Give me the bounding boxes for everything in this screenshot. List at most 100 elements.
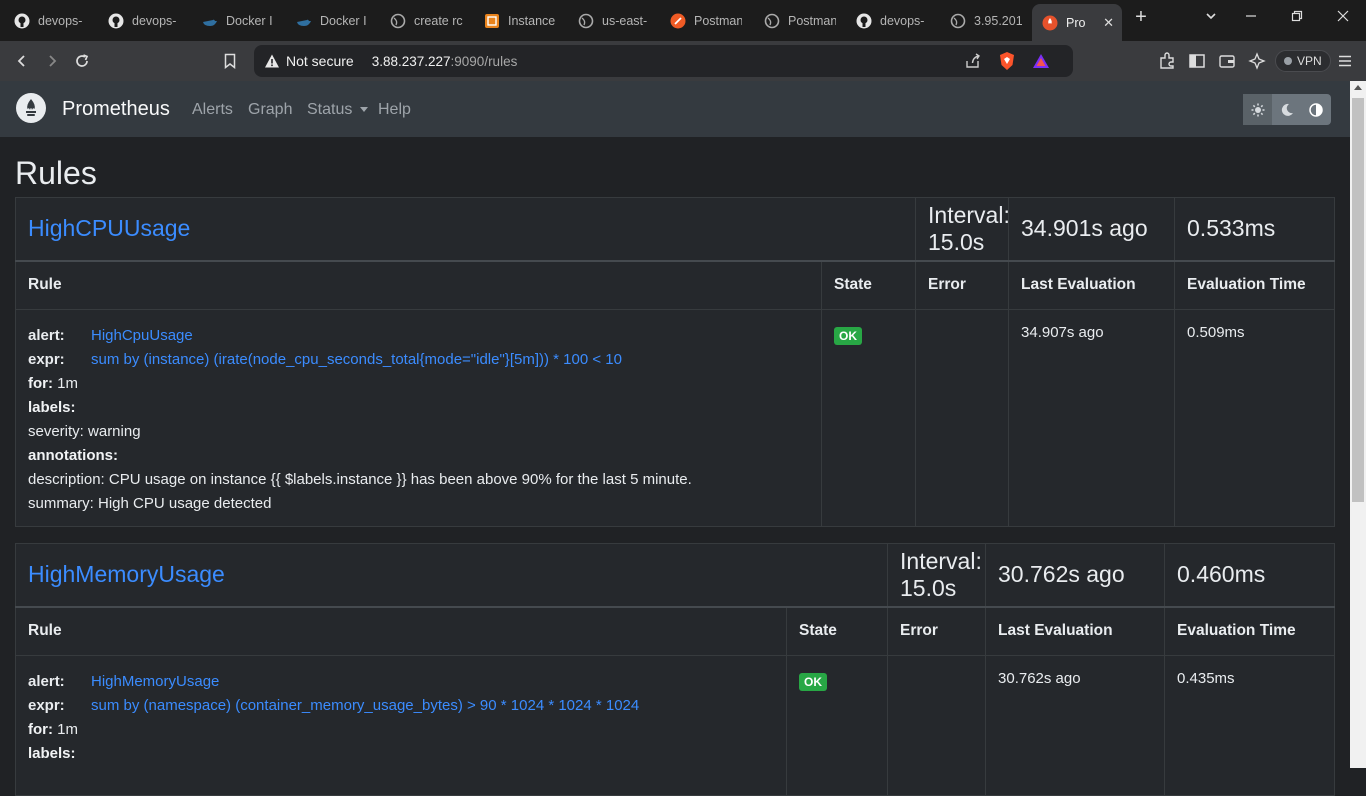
browser-tab[interactable]: Docker I — [202, 6, 282, 36]
brave-shield-icon[interactable] — [998, 51, 1016, 76]
caret-down-icon — [359, 107, 368, 113]
address-bar[interactable]: Not secure 3.88.237.227:9090/rules — [254, 45, 1073, 77]
browser-tab[interactable]: devops- — [14, 6, 94, 36]
reload-icon[interactable] — [70, 49, 94, 73]
forward-icon[interactable] — [40, 49, 64, 73]
rules-page: Rules HighCPUUsage Interval: 15.0s 34.90… — [0, 137, 1350, 796]
wallet-icon[interactable] — [1217, 51, 1237, 71]
for-key: for: — [28, 721, 53, 738]
github-icon — [14, 13, 30, 29]
scrollbar-thumb[interactable] — [1352, 98, 1364, 502]
globe-icon — [390, 13, 406, 29]
table-row: alert: HighMemoryUsage expr: sum by (names… — [15, 655, 1336, 796]
back-icon[interactable] — [10, 49, 34, 73]
browser-tab[interactable]: Docker I — [296, 6, 368, 36]
column-header-rule: Rule — [15, 259, 822, 310]
labels-key: labels: — [28, 399, 76, 416]
status-badge: OK — [834, 327, 862, 345]
for-value: 1m — [57, 375, 79, 392]
rule-group-header: HighCPUUsage Interval: 15.0s 34.901s ago… — [14, 197, 1336, 261]
close-tab-icon[interactable]: ✕ — [1103, 15, 1114, 31]
github-icon — [108, 13, 124, 29]
warning-icon[interactable] — [264, 53, 280, 69]
new-tab-icon[interactable]: + — [1129, 6, 1153, 29]
leo-ai-icon[interactable] — [1247, 51, 1267, 71]
page-scrollbar[interactable] — [1350, 81, 1366, 768]
rule-group-eval-time: 0.460ms — [1164, 543, 1336, 607]
rule-state-cell: OK — [785, 655, 889, 796]
security-status[interactable]: Not secure — [286, 53, 354, 69]
rule-group-last-eval: 34.901s ago — [1008, 197, 1176, 261]
browser-tab[interactable]: devops- — [108, 6, 190, 36]
browser-tab[interactable]: us-east- — [578, 6, 650, 36]
contrast-icon[interactable] — [1302, 94, 1331, 125]
nav-help[interactable]: Help — [378, 101, 411, 119]
close-window-icon[interactable] — [1331, 9, 1355, 26]
docker-icon — [296, 13, 312, 29]
restore-icon[interactable] — [1285, 9, 1309, 26]
status-badge: OK — [799, 673, 827, 691]
nav-alerts[interactable]: Alerts — [192, 101, 233, 119]
browser-tab[interactable]: Postman — [764, 6, 836, 36]
docker-icon — [202, 13, 218, 29]
minimize-icon[interactable] — [1239, 9, 1263, 26]
rule-for-line: for: 1m — [28, 718, 774, 742]
rule-last-eval-cell: 30.762s ago — [985, 655, 1166, 796]
browser-tab[interactable]: Instance — [484, 6, 556, 36]
rule-group-last-eval: 30.762s ago — [985, 543, 1166, 607]
sun-icon[interactable] — [1243, 94, 1273, 125]
rule-group-link[interactable]: HighMemoryUsage — [28, 561, 225, 587]
column-header-evaluation-time: Evaluation Time — [1164, 605, 1336, 656]
rule-group-link[interactable]: HighCPUUsage — [28, 215, 190, 241]
browser-tab[interactable]: 3.95.201 — [950, 6, 1022, 36]
extensions-icon[interactable] — [1157, 51, 1177, 71]
prometheus-navbar: Prometheus Alerts Graph Status Help — [0, 81, 1350, 137]
sidebar-icon[interactable] — [1187, 51, 1207, 71]
browser-tab-active[interactable]: Pro ✕ — [1032, 4, 1122, 41]
alert-name-link[interactable]: HighCpuUsage — [91, 327, 193, 344]
nav-status[interactable]: Status — [307, 101, 368, 119]
rule-group-interval: Interval: 15.0s — [887, 543, 987, 607]
rule-definition: alert: HighCpuUsage expr: sum by (instance… — [15, 309, 822, 527]
prometheus-logo-icon[interactable] — [16, 93, 46, 123]
expr-link[interactable]: sum by (namespace) (container_memory_usa… — [91, 697, 639, 714]
browser-tab-bar: devops- devops- Docker I Docker I create… — [0, 0, 1366, 41]
vpn-button[interactable]: VPN — [1275, 50, 1331, 72]
browser-tab-label: Docker I — [320, 14, 367, 28]
share-icon[interactable] — [964, 52, 982, 75]
prometheus-icon — [1042, 15, 1058, 31]
column-header-error: Error — [887, 605, 987, 656]
browser-tab-label: Instance — [508, 14, 556, 28]
brave-rewards-icon[interactable] — [1032, 52, 1050, 75]
brand-title[interactable]: Prometheus — [62, 98, 170, 121]
alert-name-link[interactable]: HighMemoryUsage — [91, 673, 219, 690]
rule-group-name: HighMemoryUsage — [14, 543, 889, 607]
browser-tab-label: Pro — [1066, 15, 1086, 30]
vpn-label: VPN — [1297, 54, 1322, 68]
column-header-last-evaluation: Last Evaluation — [985, 605, 1166, 656]
expr-link[interactable]: sum by (instance) (irate(node_cpu_second… — [91, 351, 622, 368]
vpn-status-dot — [1284, 57, 1292, 65]
rule-error-cell — [915, 309, 1010, 527]
browser-tab[interactable]: devops- — [856, 6, 928, 36]
column-header-evaluation-time: Evaluation Time — [1174, 259, 1336, 310]
rule-group-table: HighMemoryUsage Interval: 15.0s 30.762s … — [14, 543, 1336, 796]
annotations-key: annotations: — [28, 447, 118, 464]
column-header-last-evaluation: Last Evaluation — [1008, 259, 1176, 310]
menu-icon[interactable] — [1335, 51, 1355, 71]
browser-tab[interactable]: Postman — [670, 6, 742, 36]
rule-group-eval-time: 0.533ms — [1174, 197, 1336, 261]
scroll-up-arrow-icon[interactable] — [1354, 85, 1362, 90]
globe-icon — [764, 13, 780, 29]
bookmark-icon[interactable] — [218, 49, 242, 73]
url-host: 3.88.237.227 — [371, 53, 451, 69]
browser-tab[interactable]: create rc — [390, 6, 464, 36]
rule-error-cell — [887, 655, 987, 796]
nav-graph[interactable]: Graph — [248, 101, 292, 119]
tab-search-chevron-icon[interactable] — [1199, 9, 1223, 26]
expr-key: expr: — [28, 697, 65, 714]
globe-icon — [950, 13, 966, 29]
browser-tab-label: create rc — [414, 14, 463, 28]
rule-labels-line: labels: — [28, 396, 809, 420]
moon-icon[interactable] — [1272, 94, 1301, 125]
